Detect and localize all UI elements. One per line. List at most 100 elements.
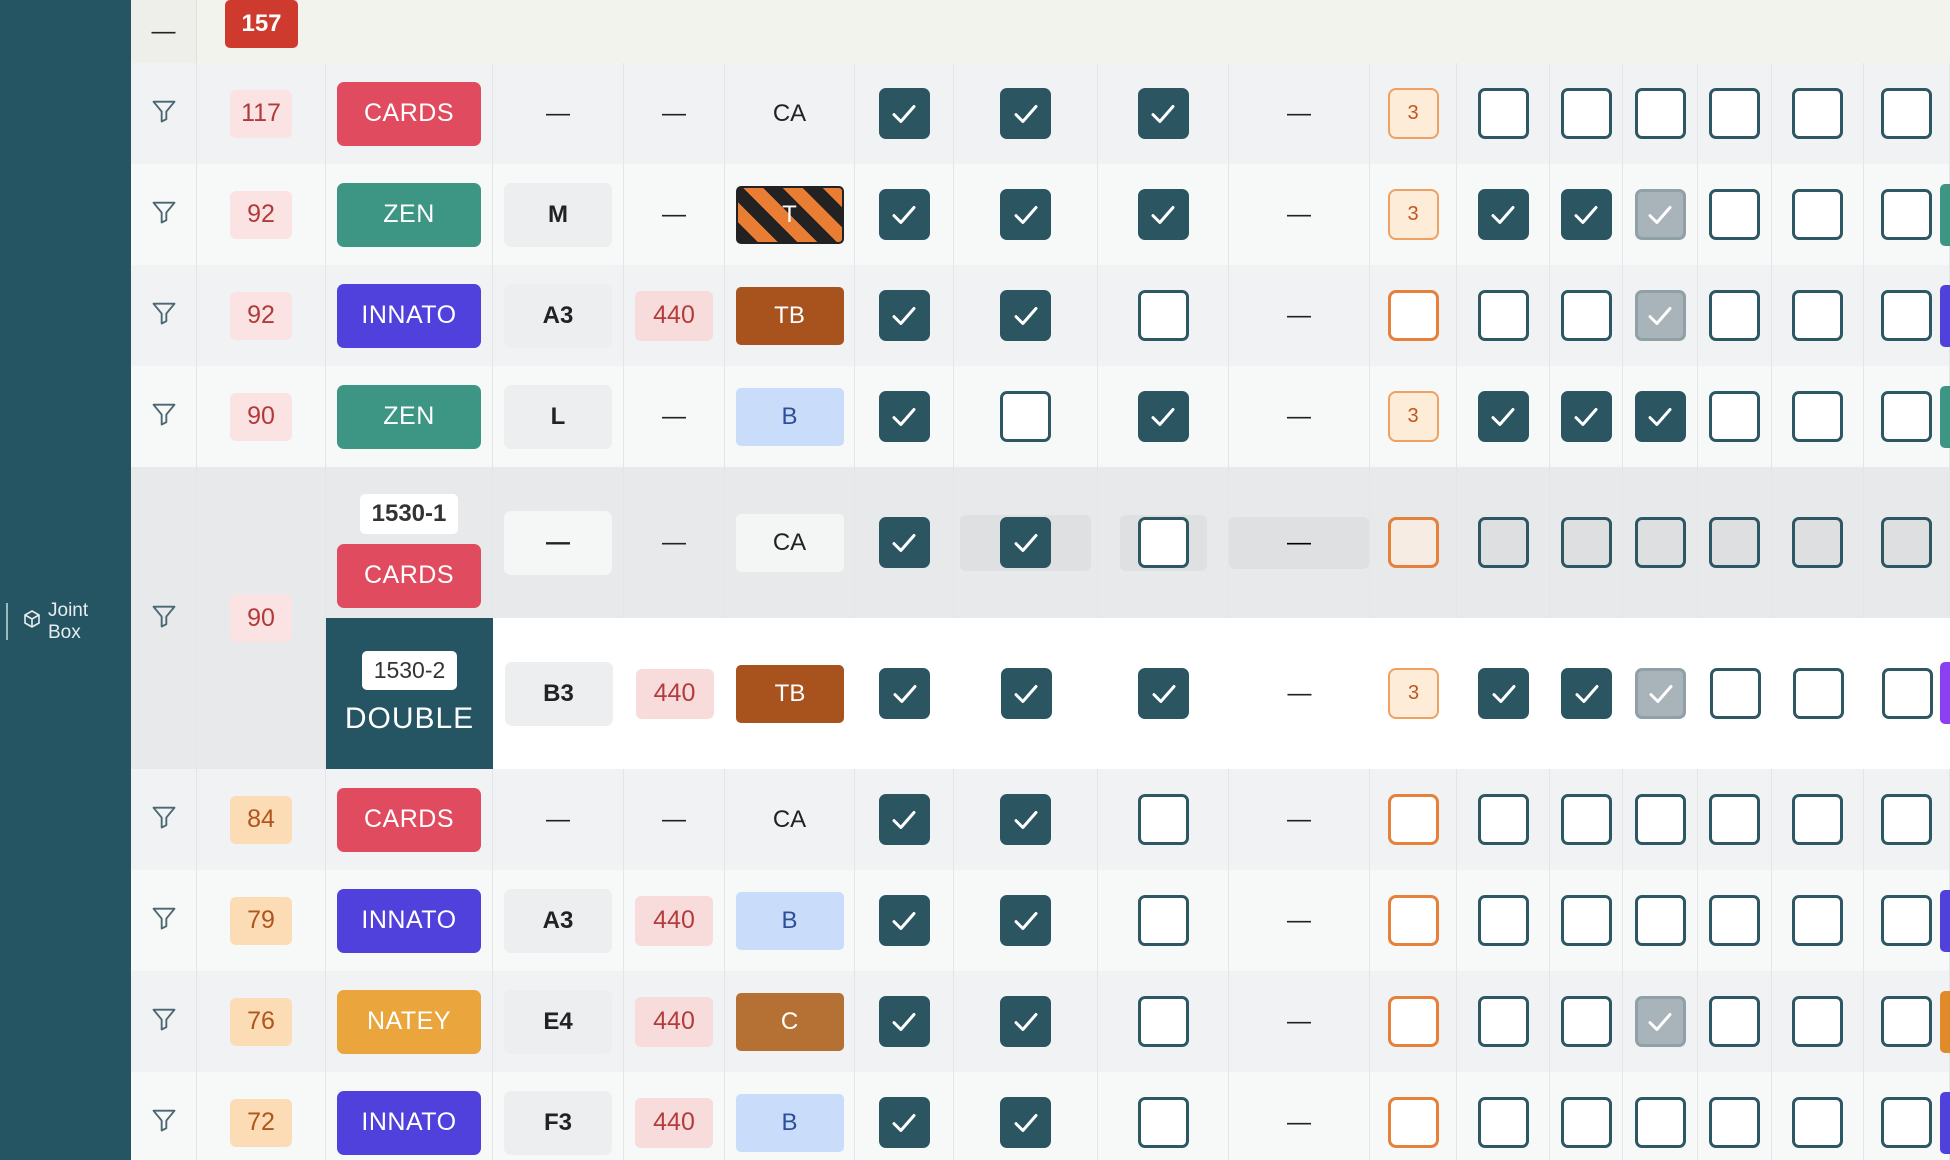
brand-button[interactable]: ZEN (337, 384, 481, 449)
checkbox[interactable] (1709, 794, 1760, 845)
brand-button[interactable]: INNATO (337, 1090, 481, 1155)
checkbox[interactable] (1709, 88, 1760, 139)
checkbox[interactable] (1560, 794, 1612, 845)
checkbox[interactable] (1634, 1097, 1686, 1148)
checkbox[interactable] (1881, 895, 1932, 946)
checkbox[interactable] (1881, 517, 1932, 568)
orange-counter[interactable] (1387, 895, 1439, 946)
brand-button[interactable]: CARDS (337, 81, 481, 146)
checkbox[interactable] (1000, 189, 1051, 240)
orange-counter[interactable]: 3 (1387, 189, 1439, 240)
checkbox[interactable] (1709, 668, 1761, 719)
orange-counter[interactable]: 3 (1388, 668, 1439, 719)
brand-button[interactable]: CARDS (337, 787, 481, 852)
checkbox[interactable] (1560, 290, 1612, 341)
checkbox[interactable] (1560, 1097, 1612, 1148)
checkbox[interactable] (1792, 88, 1843, 139)
checkbox[interactable] (1137, 1097, 1189, 1148)
checkbox[interactable] (1137, 189, 1189, 240)
checkbox[interactable] (1000, 517, 1051, 568)
filter-icon[interactable] (150, 400, 178, 433)
checkbox[interactable] (1560, 189, 1612, 240)
filter-icon[interactable] (150, 803, 178, 836)
checkbox[interactable] (1634, 88, 1686, 139)
filter-icon[interactable] (150, 198, 178, 231)
checkbox[interactable] (1477, 88, 1529, 139)
brand-button[interactable]: INNATO (337, 283, 481, 348)
checkbox[interactable] (1709, 290, 1760, 341)
checkbox[interactable] (1709, 189, 1760, 240)
checkbox[interactable] (1560, 88, 1612, 139)
checkbox[interactable] (1792, 794, 1843, 845)
checkbox[interactable] (1137, 996, 1189, 1047)
brand-button[interactable]: CARDS (337, 543, 481, 608)
brand-button[interactable]: NATEY (337, 989, 481, 1054)
checkbox[interactable] (878, 996, 930, 1047)
checkbox[interactable] (1634, 391, 1686, 442)
checkbox[interactable] (1478, 668, 1529, 719)
checkbox[interactable] (1560, 517, 1612, 568)
checkbox[interactable] (1561, 668, 1612, 719)
checkbox[interactable] (1477, 794, 1529, 845)
checkbox[interactable] (1709, 996, 1760, 1047)
checkbox[interactable] (1137, 391, 1189, 442)
checkbox[interactable] (1792, 1097, 1843, 1148)
filter-icon[interactable] (150, 904, 178, 937)
checkbox[interactable] (1477, 517, 1529, 568)
checkbox[interactable] (1792, 996, 1843, 1047)
checkbox[interactable] (878, 895, 930, 946)
checkbox[interactable] (878, 88, 930, 139)
checkbox[interactable] (1138, 668, 1189, 719)
checkbox[interactable] (878, 517, 930, 568)
checkbox[interactable] (1477, 290, 1529, 341)
checkbox[interactable] (1634, 517, 1686, 568)
checkbox[interactable] (1000, 895, 1051, 946)
checkbox[interactable] (1792, 517, 1843, 568)
checkbox[interactable] (1000, 1097, 1051, 1148)
brand-button[interactable]: ZEN (337, 182, 481, 247)
checkbox[interactable] (1000, 668, 1052, 719)
checkbox[interactable] (1792, 391, 1843, 442)
checkbox[interactable] (1634, 290, 1686, 341)
checkbox[interactable] (1634, 794, 1686, 845)
checkbox[interactable] (1634, 895, 1686, 946)
checkbox[interactable] (1792, 668, 1844, 719)
checkbox[interactable] (1709, 517, 1760, 568)
checkbox[interactable] (1881, 668, 1933, 719)
checkbox[interactable] (1792, 895, 1843, 946)
checkbox[interactable] (1560, 996, 1612, 1047)
orange-counter[interactable] (1387, 996, 1439, 1047)
checkbox[interactable] (1881, 189, 1932, 240)
checkbox[interactable] (1635, 668, 1686, 719)
checkbox[interactable] (1709, 1097, 1760, 1148)
checkbox[interactable] (1881, 794, 1932, 845)
checkbox[interactable] (878, 391, 930, 442)
orange-counter[interactable]: 3 (1387, 391, 1439, 442)
checkbox[interactable] (1477, 1097, 1529, 1148)
checkbox[interactable] (1137, 895, 1189, 946)
checkbox[interactable] (879, 668, 930, 719)
checkbox[interactable] (1881, 391, 1932, 442)
checkbox[interactable] (1000, 996, 1051, 1047)
brand-button[interactable]: INNATO (337, 888, 481, 953)
filter-icon[interactable] (150, 97, 178, 130)
orange-counter[interactable] (1387, 290, 1439, 341)
checkbox[interactable] (1477, 391, 1529, 442)
checkbox[interactable] (1137, 517, 1189, 568)
checkbox[interactable] (1709, 391, 1760, 442)
checkbox[interactable] (878, 189, 930, 240)
checkbox[interactable] (1792, 189, 1843, 240)
checkbox[interactable] (1000, 391, 1051, 442)
checkbox[interactable] (1137, 290, 1189, 341)
checkbox[interactable] (1792, 290, 1843, 341)
checkbox[interactable] (1137, 794, 1189, 845)
checkbox[interactable] (878, 794, 930, 845)
filter-icon[interactable] (150, 1106, 178, 1139)
checkbox[interactable] (1000, 794, 1051, 845)
checkbox[interactable] (878, 290, 930, 341)
double-cell[interactable]: 1530-2 DOUBLE (326, 618, 493, 769)
filter-icon[interactable] (150, 1005, 178, 1038)
sidebar-item-joint-box[interactable]: Joint Box (6, 600, 126, 643)
checkbox[interactable] (1881, 996, 1932, 1047)
checkbox[interactable] (1477, 189, 1529, 240)
